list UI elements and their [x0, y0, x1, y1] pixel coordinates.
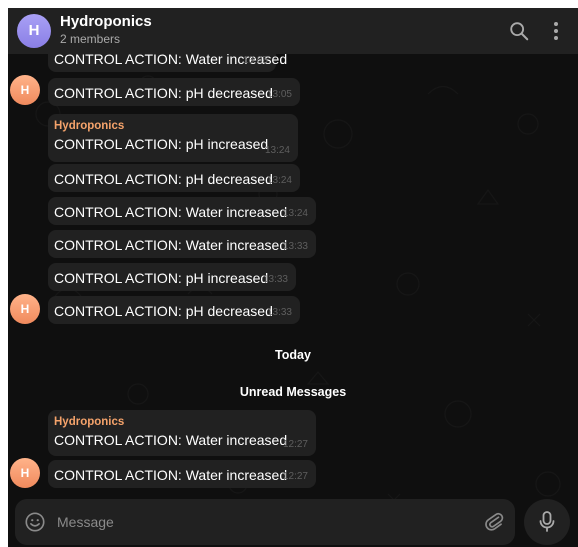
sender-avatar[interactable]: H	[10, 458, 40, 488]
message-bubble[interactable]: CONTROL ACTION: pH decreased 13:05	[48, 78, 300, 106]
member-count: 2 members	[60, 32, 121, 46]
message-bubble[interactable]: Hydroponics CONTROL ACTION: Water increa…	[48, 410, 316, 456]
emoji-icon[interactable]	[24, 511, 46, 533]
message-bubble[interactable]: CONTROL ACTION: pH decreased 13:24	[48, 164, 300, 192]
more-vertical-icon[interactable]	[546, 20, 566, 42]
message-time: 13:05	[266, 89, 292, 100]
message-bubble[interactable]: CONTROL ACTION: Water increased 13:33	[48, 230, 316, 258]
message-bubble[interactable]: CONTROL ACTION: pH decreased 13:33	[48, 296, 300, 324]
sender-avatar[interactable]: H	[10, 294, 40, 324]
message-time: 12:27	[282, 439, 308, 450]
message-time: 13:05	[242, 55, 268, 66]
sender-name[interactable]: Hydroponics	[54, 120, 124, 132]
sender-name[interactable]: Hydroponics	[54, 416, 124, 428]
chat-header[interactable]: H Hydroponics 2 members	[8, 8, 578, 54]
date-separator: Today	[275, 348, 311, 362]
message-input[interactable]	[57, 511, 467, 533]
chat-title: Hydroponics	[60, 13, 152, 30]
mic-icon	[539, 511, 555, 532]
unread-separator: Unread Messages	[239, 385, 347, 399]
chat-window: H Hydroponics 2 members CONTROL ACTION: …	[8, 8, 578, 547]
message-time: 13:33	[262, 274, 288, 285]
message-time: 13:24	[264, 145, 290, 156]
message-text: CONTROL ACTION: pH decreased	[54, 85, 273, 101]
message-bubble[interactable]: CONTROL ACTION: Water increased 12:27	[48, 460, 316, 488]
message-bubble[interactable]: CONTROL ACTION: Water increased 13:24	[48, 197, 316, 225]
voice-message-button[interactable]	[524, 499, 570, 545]
message-text: CONTROL ACTION: pH decreased	[54, 303, 273, 319]
group-avatar[interactable]: H	[17, 14, 51, 48]
message-composer	[15, 499, 515, 545]
attach-icon[interactable]	[483, 510, 505, 534]
message-time: 13:33	[266, 307, 292, 318]
message-text: CONTROL ACTION: Water increased	[54, 432, 288, 448]
message-time: 13:24	[282, 208, 308, 219]
message-text: CONTROL ACTION: Water increased	[54, 237, 288, 253]
message-bubble[interactable]: CONTROL ACTION: pH increased 13:33	[48, 263, 296, 291]
message-time: 13:33	[282, 241, 308, 252]
message-text: CONTROL ACTION: Water increased	[54, 467, 288, 483]
message-text: CONTROL ACTION: Water increased	[54, 204, 288, 220]
message-text: CONTROL ACTION: pH decreased	[54, 171, 273, 187]
message-text: CONTROL ACTION: pH increased	[54, 136, 269, 152]
sender-avatar[interactable]: H	[10, 75, 40, 105]
message-text: CONTROL ACTION: pH increased	[54, 270, 269, 286]
message-time: 13:24	[266, 175, 292, 186]
message-time: 12:27	[282, 471, 308, 482]
search-icon[interactable]	[508, 20, 530, 42]
message-bubble[interactable]: Hydroponics CONTROL ACTION: pH increased…	[48, 114, 298, 162]
